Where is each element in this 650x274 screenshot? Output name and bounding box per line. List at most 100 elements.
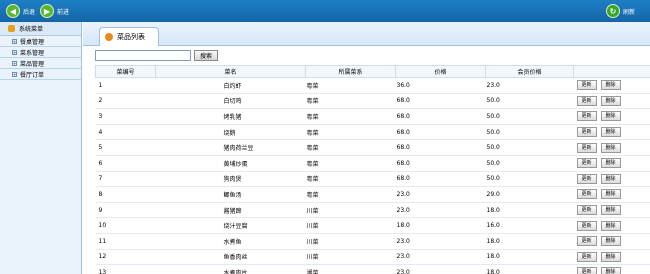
search-button[interactable]: 搜索: [194, 49, 218, 61]
cell-member-price: 18.0: [485, 202, 574, 219]
sidebar-item-table-management[interactable]: + 餐桌管理: [0, 36, 81, 47]
update-button[interactable]: 更新: [576, 189, 597, 200]
expand-icon: +: [12, 60, 17, 66]
cell-id: 13: [95, 264, 156, 274]
update-button[interactable]: 更新: [576, 205, 597, 216]
cell-cuisine: 湘菜: [305, 264, 396, 274]
cell-actions: 更新 删除: [573, 124, 650, 141]
cell-dish-name: 鲫鱼汤: [155, 186, 306, 203]
cell-member-price: 18.0: [485, 249, 574, 266]
cell-dish-name: 水煮肉片: [155, 264, 306, 274]
table-header-row: 菜编号 菜名 所属菜系 价格 会员价格: [95, 65, 650, 78]
cell-id: 8: [95, 186, 156, 203]
cell-price: 36.0: [395, 77, 486, 94]
sidebar-item-cuisine-management[interactable]: + 菜系管理: [0, 47, 81, 58]
cell-member-price: 50.0: [485, 108, 574, 125]
column-header-member-price: 会员价格: [485, 65, 574, 78]
cell-price: 68.0: [395, 124, 486, 141]
table-row: 6 黄埔炒蛋 粤菜 68.0 50.0 更新 删除: [95, 155, 650, 172]
cell-id: 9: [95, 202, 156, 219]
back-button[interactable]: ◀ 后退: [6, 4, 35, 18]
table-row: 12 鱼香肉丝 川菜 23.0 18.0 更新 删除: [95, 249, 650, 266]
sidebar-item-dish-management[interactable]: + 菜品管理: [0, 58, 81, 69]
update-button[interactable]: 更新: [576, 142, 597, 153]
cell-price: 23.0: [395, 202, 486, 219]
cell-id: 1: [95, 77, 156, 94]
cell-price: 23.0: [395, 186, 486, 203]
column-header-price: 价格: [395, 65, 486, 78]
cell-price: 68.0: [395, 108, 486, 125]
cell-actions: 更新 删除: [573, 186, 650, 203]
refresh-label: 刷新: [623, 8, 636, 16]
update-button[interactable]: 更新: [576, 173, 597, 184]
back-label: 后退: [23, 8, 36, 16]
delete-button[interactable]: 删除: [600, 127, 621, 138]
update-button[interactable]: 更新: [576, 267, 597, 274]
cell-dish-name: 猪肉荷兰豆: [155, 139, 306, 156]
cell-id: 2: [95, 93, 156, 110]
cell-member-price: 50.0: [485, 124, 574, 141]
cell-member-price: 50.0: [485, 139, 574, 156]
cell-dish-name: 白切鸡: [155, 93, 306, 110]
cell-member-price: 18.0: [485, 264, 574, 274]
column-header-name: 菜名: [155, 65, 306, 78]
cell-price: 68.0: [395, 139, 486, 156]
table-row: 13 水煮肉片 湘菜 23.0 18.0 更新 删除: [95, 264, 650, 274]
delete-button[interactable]: 删除: [600, 173, 621, 184]
cell-actions: 更新 删除: [573, 249, 650, 266]
sidebar: 系统菜单 + 餐桌管理 + 菜系管理 + 菜品管理 + 餐厅订单: [0, 22, 82, 274]
update-button[interactable]: 更新: [576, 95, 597, 106]
update-button[interactable]: 更新: [576, 158, 597, 169]
column-header-cuisine: 所属菜系: [305, 65, 396, 78]
arrow-right-icon: ▶: [40, 4, 54, 18]
delete-button[interactable]: 删除: [600, 236, 621, 247]
search-input[interactable]: [95, 49, 191, 61]
cell-dish-name: 鱼香肉丝: [155, 249, 306, 266]
cell-member-price: 18.0: [485, 233, 574, 250]
update-button[interactable]: 更新: [576, 220, 597, 231]
cell-price: 68.0: [395, 171, 486, 188]
delete-button[interactable]: 删除: [600, 80, 621, 91]
delete-button[interactable]: 删除: [600, 220, 621, 231]
cell-actions: 更新 删除: [573, 217, 650, 234]
cell-price: 68.0: [395, 155, 486, 172]
update-button[interactable]: 更新: [576, 251, 597, 262]
cell-dish-name: 水煮鱼: [155, 233, 306, 250]
cell-actions: 更新 删除: [573, 108, 650, 125]
update-button[interactable]: 更新: [576, 111, 597, 122]
delete-button[interactable]: 删除: [600, 158, 621, 169]
tab-icon: [105, 33, 113, 41]
cell-actions: 更新 删除: [573, 202, 650, 219]
main-content: 菜品列表 搜索 菜编号 菜名 所属菜系 价格 会员价格 1 白灼虾 粤菜 36.0 23…: [83, 22, 650, 274]
sidebar-item-orders[interactable]: + 餐厅订单: [0, 69, 81, 80]
cell-cuisine: 粤菜: [305, 124, 396, 141]
sidebar-title: 系统菜单: [19, 26, 44, 33]
delete-button[interactable]: 删除: [600, 95, 621, 106]
forward-label: 前进: [57, 8, 70, 16]
update-button[interactable]: 更新: [576, 127, 597, 138]
forward-button[interactable]: ▶ 前进: [40, 4, 69, 18]
update-button[interactable]: 更新: [576, 80, 597, 91]
tab-dish-list[interactable]: 菜品列表: [99, 27, 159, 46]
delete-button[interactable]: 删除: [600, 251, 621, 262]
update-button[interactable]: 更新: [576, 236, 597, 247]
column-header-id: 菜编号: [95, 65, 156, 78]
delete-button[interactable]: 删除: [600, 267, 621, 274]
table-row: 7 狗肉煲 粤菜 68.0 50.0 更新 删除: [95, 171, 650, 188]
table-row: 11 水煮鱼 川菜 23.0 18.0 更新 删除: [95, 233, 650, 250]
delete-button[interactable]: 删除: [600, 205, 621, 216]
delete-button[interactable]: 删除: [600, 111, 621, 122]
table-row: 3 烤乳猪 粤菜 68.0 50.0 更新 删除: [95, 108, 650, 125]
cell-cuisine: 粤菜: [305, 93, 396, 110]
cell-dish-name: 狗肉煲: [155, 171, 306, 188]
table-row: 1 白灼虾 粤菜 36.0 23.0 更新 删除: [95, 77, 650, 94]
refresh-button[interactable]: ↻ 刷新: [606, 4, 635, 18]
cell-id: 7: [95, 171, 156, 188]
delete-button[interactable]: 删除: [600, 142, 621, 153]
arrow-left-icon: ◀: [6, 4, 20, 18]
delete-button[interactable]: 删除: [600, 189, 621, 200]
cell-actions: 更新 删除: [573, 77, 650, 94]
cell-member-price: 50.0: [485, 171, 574, 188]
cell-dish-name: 酱猪蹄: [155, 202, 306, 219]
cell-id: 10: [95, 217, 156, 234]
